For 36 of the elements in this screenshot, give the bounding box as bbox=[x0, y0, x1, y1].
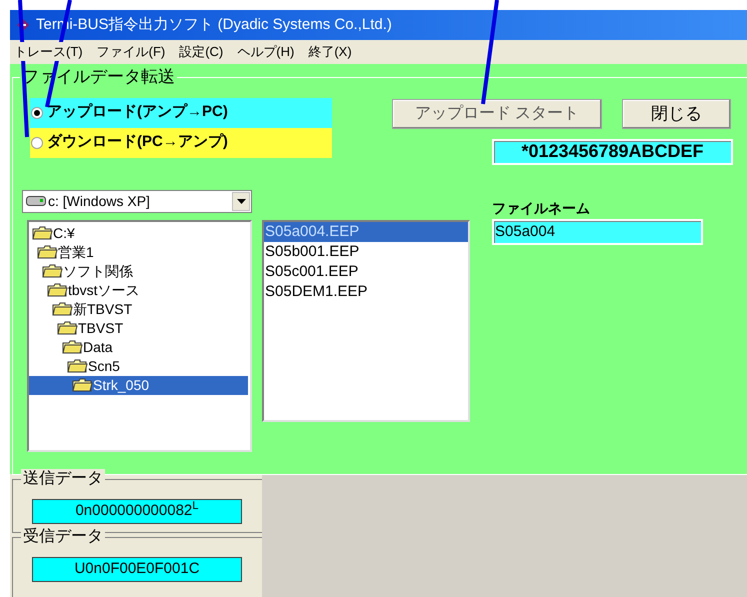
hex-display: *0123456789ABCDEF bbox=[492, 138, 733, 165]
file-item[interactable]: S05c001.EEP bbox=[264, 262, 468, 282]
folder-icon bbox=[57, 321, 78, 336]
filename-label: ファイルネーム bbox=[492, 198, 590, 218]
folder-icon bbox=[52, 302, 73, 316]
folder-icon bbox=[32, 226, 53, 240]
folder-icon bbox=[62, 340, 83, 354]
folder-icon bbox=[72, 378, 93, 392]
folder-item[interactable]: 新TBVST bbox=[73, 300, 134, 319]
folder-icon bbox=[42, 264, 63, 278]
folder-icon bbox=[67, 359, 88, 374]
drive-select[interactable]: c: [Windows XP] bbox=[22, 190, 252, 213]
file-item[interactable]: S05b001.EEP bbox=[264, 242, 468, 262]
folder-icon bbox=[37, 245, 58, 260]
file-item[interactable]: S05DEM1.EEP bbox=[264, 282, 468, 302]
radio-label[interactable]: アップロード(アンプ→PC) bbox=[47, 101, 228, 124]
folder-tree[interactable]: C:¥ 営業1 ソフト関係 tbvstソース 新TBVST TBVST Data Scn5 Strk_050 bbox=[27, 220, 252, 452]
app-icon bbox=[16, 18, 30, 32]
folder-item[interactable]: ソフト関係 bbox=[63, 262, 135, 281]
folder-item[interactable]: 営業1 bbox=[58, 242, 96, 262]
send-data-display: 0n000000000082$^{L}$ bbox=[32, 499, 242, 524]
filename-field[interactable]: S05a004 bbox=[492, 218, 703, 245]
folder-item[interactable]: C:¥ bbox=[53, 224, 77, 243]
radio-button[interactable] bbox=[31, 106, 43, 119]
folder-icon bbox=[47, 283, 68, 298]
close-button[interactable]: 閉じる bbox=[622, 98, 731, 129]
radio-label[interactable]: ダウンロード(PC→アンプ) bbox=[47, 131, 228, 154]
folder-item[interactable]: tbvstソース bbox=[68, 280, 142, 300]
file-list[interactable]: S05a004.EEP S05b001.EEP S05c001.EEP S05DEM1.EEP bbox=[262, 220, 470, 422]
drive-icon bbox=[26, 196, 46, 206]
radio-button[interactable] bbox=[31, 136, 43, 149]
folder-item[interactable]: Scn5 bbox=[88, 356, 122, 376]
file-item[interactable]: S05a004.EEP bbox=[264, 222, 468, 242]
folder-item[interactable]: Data bbox=[83, 338, 115, 357]
folder-item[interactable]: TBVST bbox=[78, 318, 126, 338]
receive-data-display: U0n0F00E0F001C bbox=[32, 557, 242, 582]
